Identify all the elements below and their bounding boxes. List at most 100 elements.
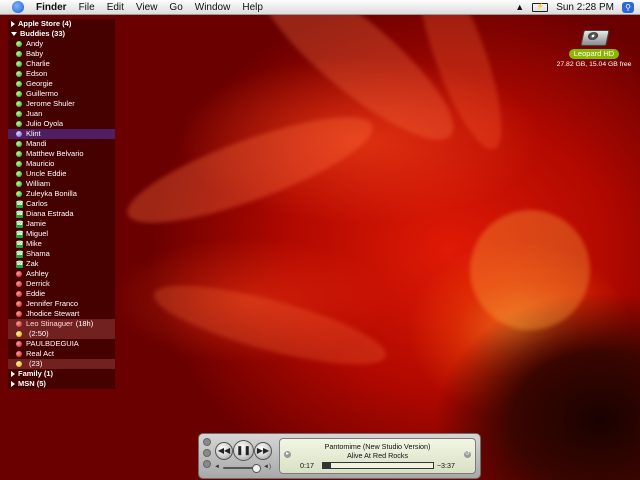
- buddy-name: Guillermo: [26, 89, 59, 98]
- elapsed-time: 0:17: [300, 461, 314, 470]
- group-apple-store[interactable]: Apple Store (4): [8, 19, 115, 29]
- buddy-row[interactable]: (23): [8, 359, 115, 369]
- buddy-row[interactable]: Klint: [8, 129, 115, 139]
- buddy-row[interactable]: ☎ Mike: [8, 239, 115, 249]
- drive-info: 27.82 GB, 15.04 GB free: [556, 61, 632, 68]
- green-status-icon: [16, 141, 22, 147]
- group-label: MSN (5): [18, 379, 46, 388]
- buddy-name: Miguel: [26, 229, 49, 238]
- track-artist-album: Alive At Red Rocks: [346, 451, 409, 460]
- buddy-row[interactable]: Juan: [8, 109, 115, 119]
- buddy-row[interactable]: Real Act: [8, 349, 115, 359]
- buddy-idle-time: (18h): [75, 319, 94, 328]
- buddy-row[interactable]: Jerome Shuler: [8, 99, 115, 109]
- buddy-row[interactable]: Jennifer Franco: [8, 299, 115, 309]
- close-window-icon[interactable]: [203, 438, 211, 446]
- buddy-row[interactable]: ☎ Diana Estrada: [8, 209, 115, 219]
- pause-icon[interactable]: ❚❚: [233, 440, 254, 461]
- menu-app-name[interactable]: Finder: [36, 2, 67, 13]
- buddy-row[interactable]: Leo Stinaguer (18h): [8, 319, 115, 329]
- buddy-row[interactable]: Derrick: [8, 279, 115, 289]
- buddy-name: Jennifer Franco: [26, 299, 79, 308]
- buddy-row[interactable]: Edson: [8, 69, 115, 79]
- buddy-row[interactable]: Charlie: [8, 59, 115, 69]
- buddy-row[interactable]: Eddie: [8, 289, 115, 299]
- buddy-name: Georgie: [26, 79, 53, 88]
- buddy-name: Leo Stinaguer: [26, 319, 73, 328]
- apple-icon[interactable]: [12, 1, 24, 13]
- menu-view[interactable]: View: [136, 2, 158, 13]
- menu-file[interactable]: File: [79, 2, 95, 13]
- volume-knob[interactable]: [251, 464, 261, 473]
- buddy-row[interactable]: Matthew Belvario: [8, 149, 115, 159]
- green-status-icon: [16, 61, 22, 67]
- buddy-name: Juan: [26, 109, 43, 118]
- phone-status-icon: ☎: [16, 250, 24, 258]
- desktop-drive[interactable]: Leopard HD 27.82 GB, 15.04 GB free: [556, 26, 632, 68]
- spotlight-icon[interactable]: ⚲: [622, 1, 634, 13]
- remaining-time[interactable]: −3:37: [437, 461, 455, 470]
- buddy-name: Mike: [26, 239, 42, 248]
- buddy-row[interactable]: Mandi: [8, 139, 115, 149]
- disclosure-down-icon[interactable]: [11, 32, 17, 36]
- buddy-idle-time: (2:50): [29, 329, 49, 338]
- purple-status-icon: [16, 131, 22, 137]
- buddy-row[interactable]: PAULBDEGUIA: [8, 339, 115, 349]
- drive-name[interactable]: Leopard HD: [568, 49, 620, 59]
- buddy-idle-time: (23): [29, 359, 43, 368]
- disclosure-right-icon[interactable]: [11, 381, 15, 387]
- buddy-row[interactable]: ☎ Jamie: [8, 219, 115, 229]
- green-status-icon: [16, 81, 22, 87]
- disclosure-right-icon[interactable]: [11, 371, 15, 377]
- hard-drive-icon[interactable]: [580, 26, 610, 46]
- green-status-icon: [16, 151, 22, 157]
- group-msn[interactable]: MSN (5): [8, 379, 115, 389]
- buddy-row[interactable]: Georgie: [8, 79, 115, 89]
- menu-clock[interactable]: Sun 2:28 PM: [556, 2, 614, 13]
- buddy-row[interactable]: Baby: [8, 49, 115, 59]
- green-status-icon: [16, 121, 22, 127]
- buddy-row[interactable]: Jhodice Stewart: [8, 309, 115, 319]
- buddy-name: Julio Oyola: [26, 119, 64, 128]
- buddy-row[interactable]: ☎ Zak: [8, 259, 115, 269]
- zoom-window-icon[interactable]: [203, 460, 211, 468]
- buddy-row[interactable]: Uncle Eddie: [8, 169, 115, 179]
- red-status-icon: [16, 281, 22, 287]
- buddy-row[interactable]: Ashley: [8, 269, 115, 279]
- volume-high-icon: ◄): [263, 464, 271, 470]
- previous-icon[interactable]: ◀◀: [215, 442, 233, 460]
- buddy-name: PAULBDEGUIA: [26, 339, 79, 348]
- buddy-row[interactable]: ☎ Carlos: [8, 199, 115, 209]
- snapback-icon[interactable]: ↺: [464, 451, 471, 458]
- group-buddies[interactable]: Buddies (33): [8, 29, 115, 39]
- red-status-icon: [16, 311, 22, 317]
- menu-go[interactable]: Go: [169, 2, 182, 13]
- group-label: Buddies (33): [20, 29, 66, 38]
- battery-icon[interactable]: ⚡: [532, 2, 549, 12]
- buddy-name: Charlie: [26, 59, 50, 68]
- buddy-row[interactable]: Mauricio: [8, 159, 115, 169]
- buddy-row[interactable]: ☎ Miguel: [8, 229, 115, 239]
- red-status-icon: [16, 271, 22, 277]
- buddy-name: Zak: [26, 259, 39, 268]
- buddy-name: Uncle Eddie: [26, 169, 67, 178]
- menu-edit[interactable]: Edit: [107, 2, 124, 13]
- buddy-row[interactable]: (2:50): [8, 329, 115, 339]
- buddy-row[interactable]: Julio Oyola: [8, 119, 115, 129]
- buddy-row[interactable]: Andy: [8, 39, 115, 49]
- next-icon[interactable]: ▶▶: [254, 442, 272, 460]
- minimize-window-icon[interactable]: [203, 449, 211, 457]
- group-family[interactable]: Family (1): [8, 369, 115, 379]
- progress-bar[interactable]: [322, 462, 434, 469]
- menu-help[interactable]: Help: [242, 2, 263, 13]
- wifi-icon[interactable]: ▲: [515, 2, 524, 12]
- buddy-row[interactable]: Zuleyka Bonilla: [8, 189, 115, 199]
- disclosure-right-icon[interactable]: [11, 21, 15, 27]
- buddy-name: Mandi: [26, 139, 47, 148]
- menu-window[interactable]: Window: [195, 2, 231, 13]
- buddy-row[interactable]: William: [8, 179, 115, 189]
- buddy-name: Jerome Shuler: [26, 99, 75, 108]
- buddy-row[interactable]: ☎ Shama: [8, 249, 115, 259]
- buddy-name: Diana Estrada: [26, 209, 74, 218]
- buddy-row[interactable]: Guillermo: [8, 89, 115, 99]
